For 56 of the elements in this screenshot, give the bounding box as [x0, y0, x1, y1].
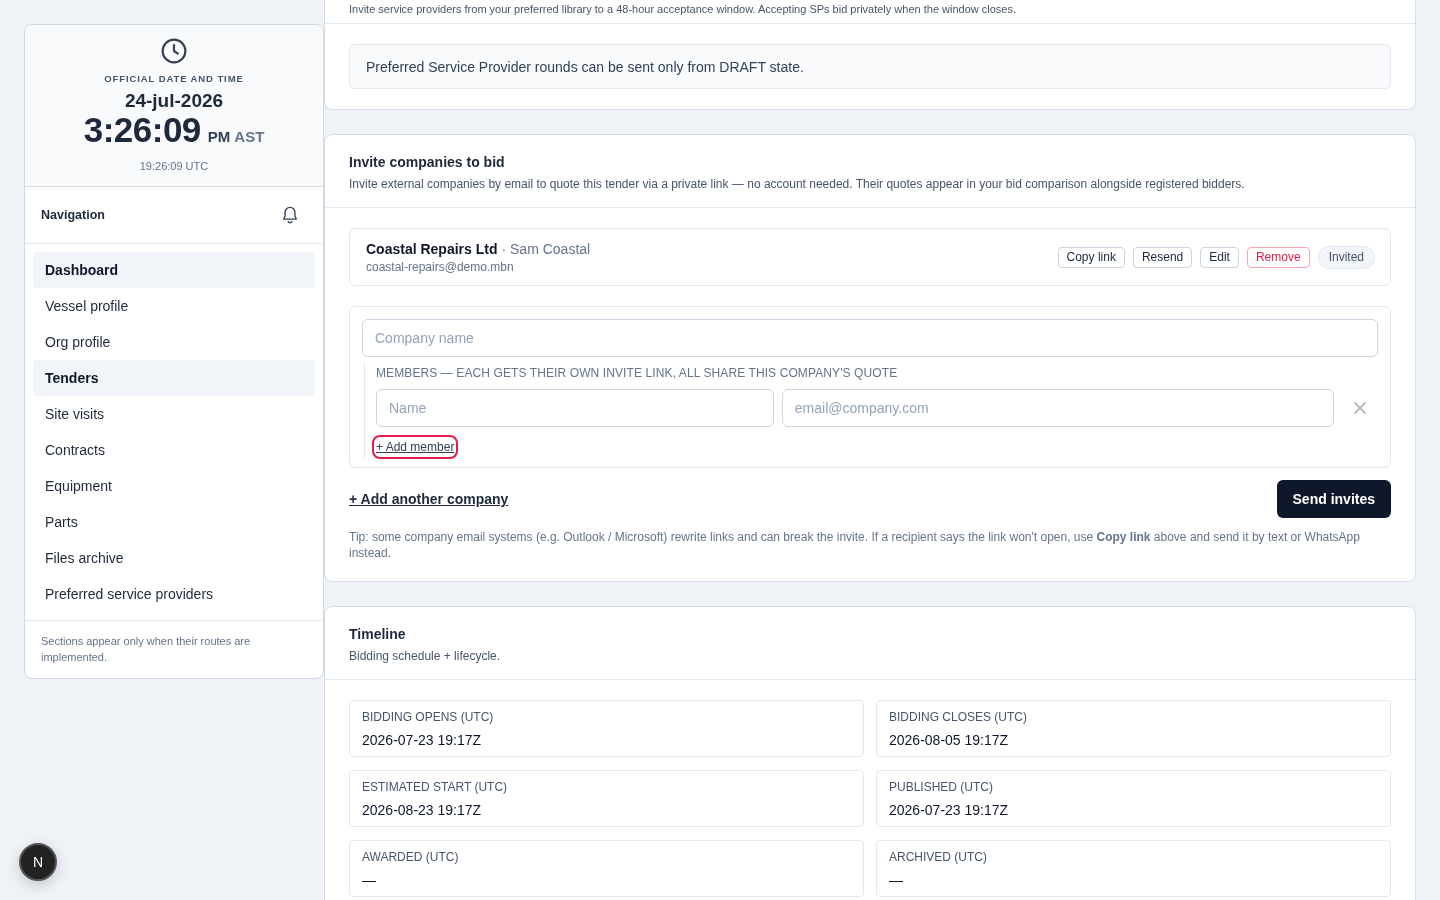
- contact-name: · Sam Coastal: [501, 240, 591, 257]
- tip-text: Tip: some company email systems (e.g. Outlook / Microsoft) rewrite links and can break the invite. If a recipient says the link won't open, use Copy link above and send it by text or WhatsApp instead.: [349, 529, 1361, 561]
- field-value: 2026-08-05 19:17Z: [889, 731, 1010, 750]
- notice-message: Preferred Service Provider rounds can be sent only from DRAFT state.: [349, 44, 1391, 89]
- card-description: Invite service providers from your preferred library to a 48-hour acceptance window. Accepting SPs bid privately when the window closes.: [349, 2, 1018, 16]
- company-name: Coastal Repairs Ltd: [366, 240, 498, 257]
- clock-meridiem: PM: [207, 127, 231, 147]
- card-description: Invite external companies by email to quote this tender via a private link — no account needed. Their quotes appear in your bid comparison alongside registered bidders.: [349, 176, 1246, 192]
- nav-item[interactable]: Preferred service providers: [33, 576, 315, 612]
- copy-link-button[interactable]: Copy link: [1057, 246, 1125, 268]
- field-label: BIDDING CLOSES (UTC): [889, 709, 1028, 725]
- field-label: ESTIMATED START (UTC): [362, 779, 509, 795]
- nav-item[interactable]: Vessel profile: [33, 288, 315, 324]
- bell-icon[interactable]: [281, 205, 299, 225]
- edit-button[interactable]: Edit: [1200, 246, 1239, 268]
- field-value: 2026-07-23 19:17Z: [889, 801, 1010, 820]
- resend-button[interactable]: Resend: [1132, 246, 1193, 268]
- clock-date: 24-jul-2026: [124, 89, 224, 113]
- card-title: Timeline: [349, 625, 407, 644]
- member-email-field[interactable]: email@company.com: [781, 389, 1335, 427]
- company-name-field[interactable]: Company name: [362, 319, 1378, 357]
- nav-item[interactable]: Parts: [33, 504, 315, 540]
- field-label: ARCHIVED (UTC): [889, 849, 988, 865]
- nav-item[interactable]: Equipment: [33, 468, 315, 504]
- add-member-link[interactable]: + Add member: [372, 435, 459, 459]
- close-icon[interactable]: [1354, 402, 1367, 414]
- nav-item[interactable]: Contracts: [33, 432, 315, 468]
- dev-tools-badge[interactable]: N: [19, 843, 57, 881]
- remove-button[interactable]: Remove: [1246, 246, 1310, 268]
- field-label: BIDDING OPENS (UTC): [362, 709, 495, 725]
- company-email: coastal-repairs@demo.mbn: [366, 259, 515, 274]
- field-value: —: [889, 871, 904, 890]
- clock-utc: 19:26:09 UTC: [139, 159, 209, 173]
- clock-timezone: AST: [234, 127, 265, 147]
- sidebar-note: Sections appear only when their routes are implemented.: [41, 634, 252, 665]
- field-value: 2026-08-23 19:17Z: [362, 801, 483, 820]
- nav-item[interactable]: Site visits: [33, 396, 315, 432]
- nav-item[interactable]: Tenders: [33, 360, 315, 396]
- field-label: PUBLISHED (UTC): [889, 779, 994, 795]
- clock-icon: [161, 38, 187, 64]
- status-badge: Invited: [1317, 245, 1375, 269]
- card-description: Bidding schedule + lifecycle.: [349, 648, 502, 664]
- nav-item[interactable]: Dashboard: [33, 252, 315, 288]
- navigation-title: Navigation: [41, 208, 105, 222]
- member-name-field[interactable]: Name: [376, 389, 774, 427]
- nav-item[interactable]: Org profile: [33, 324, 315, 360]
- nav-item[interactable]: Files archive: [33, 540, 315, 576]
- add-company-link[interactable]: + Add another company: [349, 491, 509, 507]
- clock-label: OFFICIAL DATE AND TIME: [104, 73, 244, 85]
- clock-time: 3:26:09: [83, 111, 201, 149]
- members-label: MEMBERS — EACH GETS THEIR OWN INVITE LINK, ALL SHARE THIS COMPANY'S QUOTE: [376, 365, 899, 381]
- send-invites-button[interactable]: Send invites: [1276, 480, 1391, 518]
- field-value: 2026-07-23 19:17Z: [362, 731, 483, 750]
- field-value: —: [362, 871, 377, 890]
- card-title: Invite companies to bid: [349, 153, 506, 172]
- field-label: AWARDED (UTC): [362, 849, 460, 865]
